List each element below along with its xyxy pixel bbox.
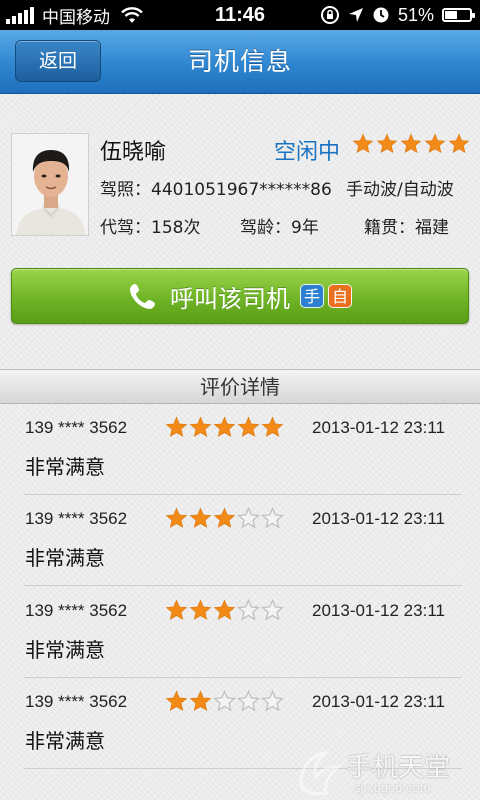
star-empty-icon (261, 599, 284, 621)
driver-name: 伍晓喻 (100, 140, 167, 165)
driver-rating (352, 133, 470, 155)
driver-transmission: 手动波/自动波 (346, 180, 454, 200)
watermark-icon (299, 750, 343, 796)
rotation-lock-icon (320, 6, 339, 24)
reviewer-phone: 139 **** 3562 (25, 509, 128, 528)
star-filled-icon (165, 599, 188, 620)
divider (24, 494, 462, 495)
star-empty-icon (261, 690, 284, 712)
manual-badge: 手 (300, 284, 324, 308)
alarm-clock-icon (373, 7, 389, 23)
review-comment: 非常满意 (25, 546, 105, 570)
battery-icon (442, 8, 475, 22)
review-comment: 非常满意 (25, 638, 105, 662)
star-filled-icon (189, 507, 212, 528)
driver-status: 空闲中 (274, 140, 341, 165)
status-bar: 中国移动 11:46 51% (0, 0, 480, 30)
reviewer-phone: 139 **** 3562 (25, 601, 128, 620)
star-filled-icon (165, 507, 188, 528)
star-filled-icon (189, 690, 212, 711)
star-filled-icon (352, 133, 374, 154)
star-empty-icon (237, 507, 260, 529)
star-filled-icon (424, 133, 446, 154)
review-rating (165, 690, 284, 713)
battery-percent: 51% (397, 4, 434, 25)
review-comment: 非常满意 (25, 729, 105, 753)
star-filled-icon (376, 133, 398, 154)
reviews-section-title: 评价详情 (0, 369, 480, 404)
star-empty-icon (213, 690, 236, 712)
star-empty-icon (237, 599, 260, 621)
reviewer-phone: 139 **** 3562 (25, 692, 128, 711)
review-rating (165, 599, 284, 622)
location-arrow-icon (348, 8, 363, 22)
review-date: 2013-01-12 23:11 (312, 692, 445, 711)
star-filled-icon (165, 690, 188, 711)
driver-hometown: 籍贯：福建 (364, 218, 449, 238)
auto-badge: 自 (328, 284, 352, 308)
call-button-label: 呼叫该司机 (170, 284, 290, 313)
watermark-url: sj.xpgod.com (354, 780, 431, 795)
watermark-logo: 手机天堂 sj.xpgod.com (296, 745, 476, 800)
star-filled-icon (213, 416, 236, 437)
back-button[interactable]: 返回 (15, 40, 101, 82)
driver-drive-count: 代驾：158次 (100, 218, 201, 238)
divider (24, 585, 462, 586)
phone-icon (130, 284, 155, 309)
star-filled-icon (189, 599, 212, 620)
review-item: 139 **** 3562 2013-01-12 23:11 非常满意 (0, 405, 480, 495)
star-filled-icon (237, 416, 260, 437)
review-rating (165, 507, 284, 530)
driver-avatar (11, 133, 89, 236)
review-rating (165, 416, 284, 439)
review-date: 2013-01-12 23:11 (312, 601, 445, 620)
star-filled-icon (189, 416, 212, 437)
driver-experience: 驾龄：9年 (240, 218, 319, 238)
divider (24, 677, 462, 678)
star-filled-icon (213, 507, 236, 528)
reviewer-phone: 139 **** 3562 (25, 418, 128, 437)
review-item: 139 **** 3562 2013-01-12 23:11 非常满意 (0, 496, 480, 586)
star-filled-icon (213, 599, 236, 620)
star-empty-icon (237, 690, 260, 712)
review-item: 139 **** 3562 2013-01-12 23:11 非常满意 (0, 588, 480, 678)
star-empty-icon (261, 507, 284, 529)
driver-license: 驾照：4401051967******86 (100, 180, 332, 200)
navigation-bar: 返回 司机信息 (0, 30, 480, 94)
star-filled-icon (261, 416, 284, 437)
star-filled-icon (400, 133, 422, 154)
star-filled-icon (165, 416, 188, 437)
watermark-text: 手机天堂 (346, 753, 451, 783)
review-comment: 非常满意 (25, 455, 105, 479)
review-date: 2013-01-12 23:11 (312, 418, 445, 437)
star-filled-icon (448, 133, 470, 154)
call-driver-button[interactable]: 呼叫该司机 手 自 (11, 268, 469, 324)
review-date: 2013-01-12 23:11 (312, 509, 445, 528)
